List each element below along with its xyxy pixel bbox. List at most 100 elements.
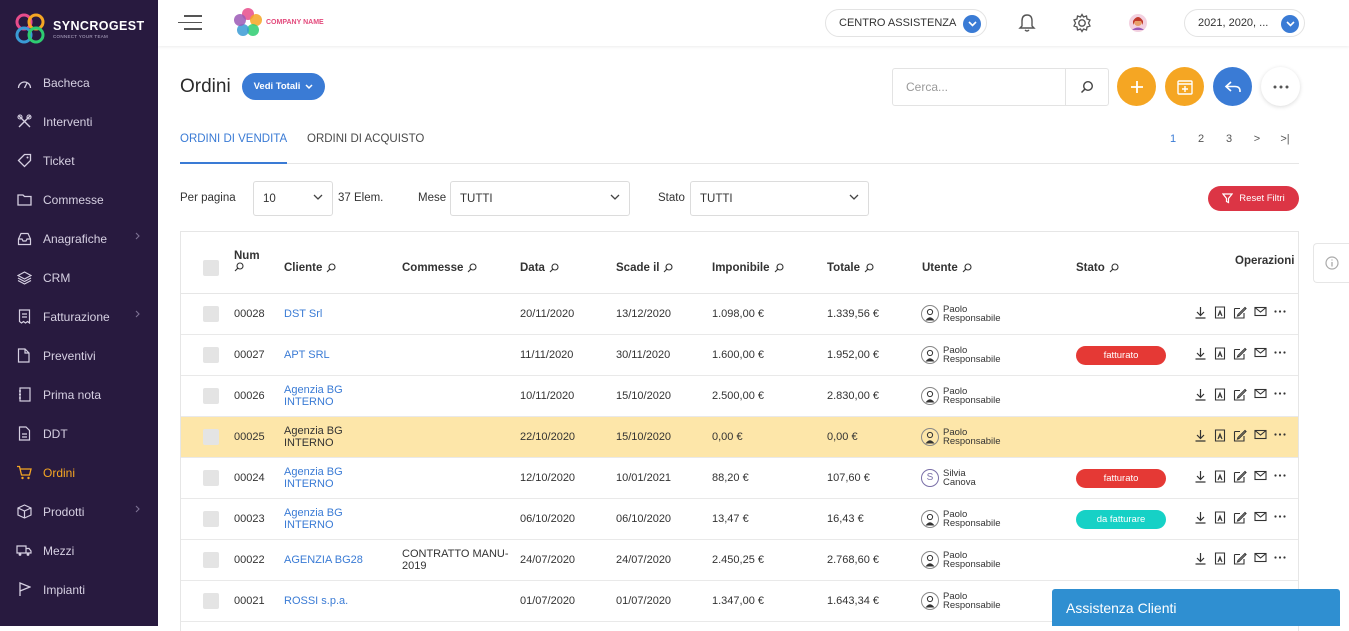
email-icon[interactable] xyxy=(1254,511,1267,524)
column-header-stato[interactable]: Stato xyxy=(1076,262,1119,274)
row-checkbox[interactable] xyxy=(203,347,219,363)
row-checkbox[interactable] xyxy=(203,511,219,527)
edit-icon[interactable] xyxy=(1233,470,1247,483)
pdf-icon[interactable] xyxy=(1214,511,1226,524)
sidebar-item-impianti[interactable]: Impianti xyxy=(0,570,158,609)
sidebar-item-commesse[interactable]: Commesse xyxy=(0,180,158,219)
download-icon[interactable] xyxy=(1194,429,1207,442)
pdf-icon[interactable] xyxy=(1214,306,1226,319)
pdf-icon[interactable] xyxy=(1214,429,1226,442)
column-header-commesse[interactable]: Commesse xyxy=(402,262,477,274)
download-icon[interactable] xyxy=(1194,347,1207,360)
search-button[interactable] xyxy=(1065,69,1108,105)
table-row[interactable]: 00028 DST Srl 20/11/2020 13/12/2020 1.098,00… xyxy=(181,294,1298,335)
years-select[interactable]: 2021, 2020, ... xyxy=(1184,9,1305,37)
gear-icon[interactable] xyxy=(1071,12,1093,34)
more-dots-icon[interactable] xyxy=(1274,388,1286,401)
new-document-button[interactable] xyxy=(1165,67,1204,106)
sidebar-item-crm[interactable]: CRM xyxy=(0,258,158,297)
edit-icon[interactable] xyxy=(1233,388,1247,401)
email-icon[interactable] xyxy=(1254,429,1267,442)
status-select[interactable]: TUTTI xyxy=(690,181,869,216)
client-link[interactable]: Agenzia BG INTERNO xyxy=(284,458,343,498)
assistance-center-select[interactable]: CENTRO ASSISTENZA xyxy=(825,9,987,37)
app-logo[interactable]: SYNCROGEST CONNECT YOUR TEAM xyxy=(14,12,145,46)
pdf-icon[interactable] xyxy=(1214,388,1226,401)
next-page-link[interactable]: > xyxy=(1243,133,1271,145)
add-order-button[interactable] xyxy=(1117,67,1156,106)
table-row[interactable]: 00027 APT SRL 11/11/2020 30/11/2020 1.600,00… xyxy=(181,335,1298,376)
download-icon[interactable] xyxy=(1194,470,1207,483)
client-link[interactable]: DST Srl xyxy=(284,294,322,334)
pdf-icon[interactable] xyxy=(1214,552,1226,565)
column-header-totale[interactable]: Totale xyxy=(827,262,874,274)
email-icon[interactable] xyxy=(1254,552,1267,565)
row-checkbox[interactable] xyxy=(203,470,219,486)
column-header-imponibile[interactable]: Imponibile xyxy=(712,262,784,274)
client-link[interactable]: APT SRL xyxy=(284,335,330,375)
email-icon[interactable] xyxy=(1254,347,1267,360)
row-checkbox[interactable] xyxy=(203,306,219,322)
sidebar-item-bacheca[interactable]: Bacheca xyxy=(0,63,158,102)
user-avatar[interactable] xyxy=(1127,12,1149,34)
customer-support-chat[interactable]: Assistenza Clienti xyxy=(1052,589,1340,626)
sidebar-item-preventivi[interactable]: Preventivi xyxy=(0,336,158,375)
table-row[interactable]: 00022 AGENZIA BG28 CONTRATTO MANU- 2019 24/0… xyxy=(181,540,1298,581)
hamburger-menu-icon[interactable] xyxy=(178,15,202,31)
page-3-link[interactable]: 3 xyxy=(1215,133,1243,145)
edit-icon[interactable] xyxy=(1233,306,1247,319)
page-2-link[interactable]: 2 xyxy=(1187,133,1215,145)
table-row[interactable]: 00025 Agenzia BG INTERNO 22/10/2020 15/10/20… xyxy=(181,417,1298,458)
table-row[interactable]: 00024 Agenzia BG INTERNO 12/10/2020 10/01/20… xyxy=(181,458,1298,499)
edit-icon[interactable] xyxy=(1233,429,1247,442)
email-icon[interactable] xyxy=(1254,306,1267,319)
view-totals-button[interactable]: Vedi Totali xyxy=(242,73,325,100)
client-link[interactable]: ROSSI s.p.a. xyxy=(284,581,348,621)
sidebar-item-ordini[interactable]: Ordini xyxy=(0,453,158,492)
edit-icon[interactable] xyxy=(1233,511,1247,524)
bell-icon[interactable] xyxy=(1016,12,1038,34)
month-select[interactable]: TUTTI xyxy=(450,181,630,216)
column-header-num[interactable]: Num xyxy=(234,250,260,272)
client-link[interactable]: AGENZIA BG28 xyxy=(284,540,363,580)
column-header-data[interactable]: Data xyxy=(520,262,559,274)
download-icon[interactable] xyxy=(1194,388,1207,401)
client-link[interactable]: Agenzia BG INTERNO xyxy=(284,499,343,539)
page-1-link[interactable]: 1 xyxy=(1159,133,1187,145)
info-side-tab[interactable] xyxy=(1313,243,1349,283)
download-icon[interactable] xyxy=(1194,511,1207,524)
more-dots-icon[interactable] xyxy=(1274,429,1286,442)
more-dots-icon[interactable] xyxy=(1274,347,1286,360)
tab-sales-orders[interactable]: ORDINI DI VENDITA xyxy=(180,133,288,164)
pdf-icon[interactable] xyxy=(1214,470,1226,483)
more-dots-icon[interactable] xyxy=(1274,552,1286,565)
more-dots-icon[interactable] xyxy=(1274,306,1286,319)
email-icon[interactable] xyxy=(1254,388,1267,401)
sidebar-item-ticket[interactable]: Ticket xyxy=(0,141,158,180)
sidebar-item-ddt[interactable]: DDT xyxy=(0,414,158,453)
select-all-checkbox[interactable] xyxy=(203,260,219,276)
last-page-link[interactable]: >| xyxy=(1271,133,1299,145)
more-dots-icon[interactable] xyxy=(1274,470,1286,483)
sidebar-item-anagrafiche[interactable]: Anagrafiche xyxy=(0,219,158,258)
pdf-icon[interactable] xyxy=(1214,347,1226,360)
edit-icon[interactable] xyxy=(1233,552,1247,565)
sidebar-item-prima-nota[interactable]: Prima nota xyxy=(0,375,158,414)
edit-icon[interactable] xyxy=(1233,347,1247,360)
sidebar-item-prodotti[interactable]: Prodotti xyxy=(0,492,158,531)
more-dots-icon[interactable] xyxy=(1274,511,1286,524)
per-page-select[interactable]: 10 xyxy=(253,181,333,216)
sidebar-item-fatturazione[interactable]: Fatturazione xyxy=(0,297,158,336)
row-checkbox[interactable] xyxy=(203,552,219,568)
back-button[interactable] xyxy=(1213,67,1252,106)
more-options-button[interactable] xyxy=(1261,67,1300,106)
column-header-utente[interactable]: Utente xyxy=(922,262,972,274)
client-link[interactable]: Agenzia BG INTERNO xyxy=(284,376,343,416)
row-checkbox[interactable] xyxy=(203,388,219,404)
sidebar-item-mezzi[interactable]: Mezzi xyxy=(0,531,158,570)
email-icon[interactable] xyxy=(1254,470,1267,483)
reset-filters-button[interactable]: Reset Filtri xyxy=(1208,186,1299,211)
row-checkbox[interactable] xyxy=(203,429,219,445)
table-row[interactable]: 00023 Agenzia BG INTERNO 06/10/2020 06/10/20… xyxy=(181,499,1298,540)
download-icon[interactable] xyxy=(1194,552,1207,565)
